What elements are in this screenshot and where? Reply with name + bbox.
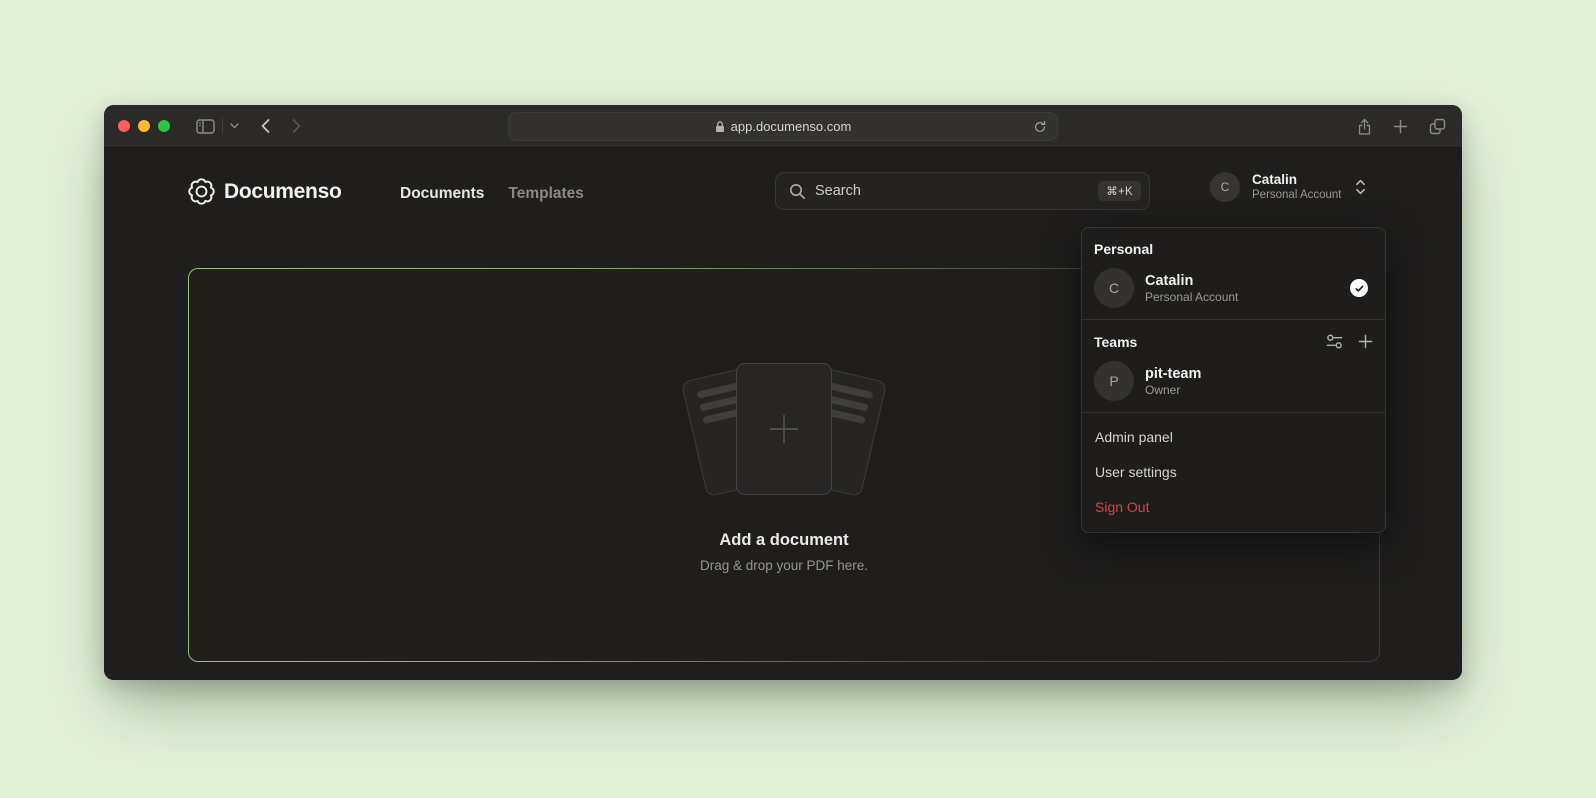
personal-section: Personal C Catalin Personal Account (1082, 228, 1385, 319)
documenso-logo-icon (188, 178, 215, 205)
search-bar[interactable]: ⌘+K (775, 172, 1150, 210)
personal-section-label: Personal (1094, 241, 1373, 257)
manage-teams-icon[interactable] (1326, 333, 1343, 350)
tab-overview-icon[interactable] (1429, 118, 1446, 135)
personal-account-type: Personal Account (1145, 290, 1238, 305)
account-menu-button[interactable]: C Catalin Personal Account (1210, 172, 1367, 202)
search-shortcut-badge: ⌘+K (1098, 181, 1141, 201)
teams-section: Teams P (1082, 320, 1385, 412)
account-name: Catalin (1252, 172, 1342, 188)
browser-titlebar: app.documenso.com (104, 105, 1462, 148)
lock-icon (715, 120, 725, 133)
dropzone-subtitle: Drag & drop your PDF here. (700, 558, 868, 573)
menu-item-sign-out[interactable]: Sign Out (1082, 489, 1385, 524)
nav-templates[interactable]: Templates (508, 185, 584, 203)
sidebar-toggle-icon[interactable] (196, 119, 215, 134)
app-header: Documenso Documents Templates ⌘+K C Cata… (104, 148, 1462, 238)
personal-account-name: Catalin (1145, 272, 1238, 290)
back-button[interactable] (261, 119, 270, 133)
nav-documents[interactable]: Documents (400, 185, 484, 203)
browser-window: app.documenso.com (104, 105, 1462, 680)
menu-item-admin-panel[interactable]: Admin panel (1082, 419, 1385, 454)
main-nav: Documents Templates (400, 185, 584, 203)
reload-icon[interactable] (1033, 120, 1047, 134)
dropzone-title: Add a document (719, 531, 848, 550)
chevron-down-icon[interactable] (230, 123, 239, 129)
document-card-center (736, 363, 832, 495)
selector-chevrons-icon (1354, 177, 1367, 197)
account-type: Personal Account (1252, 188, 1342, 202)
close-button[interactable] (118, 120, 130, 132)
minimize-button[interactable] (138, 120, 150, 132)
zoom-button[interactable] (158, 120, 170, 132)
url-text: app.documenso.com (731, 119, 852, 134)
create-team-icon[interactable] (1358, 334, 1373, 349)
app-content: Documenso Documents Templates ⌘+K C Cata… (104, 148, 1462, 679)
documents-stack-illustration (679, 357, 889, 507)
menu-item-user-settings[interactable]: User settings (1082, 454, 1385, 489)
team-name: pit-team (1145, 365, 1201, 383)
selected-check-icon (1350, 279, 1368, 297)
share-icon[interactable] (1357, 118, 1372, 136)
search-input[interactable] (815, 183, 1098, 199)
account-dropdown-menu: Personal C Catalin Personal Account (1081, 227, 1386, 533)
brand-name: Documenso (224, 180, 342, 204)
new-tab-icon[interactable] (1393, 119, 1408, 134)
account-avatar: C (1210, 172, 1240, 202)
traffic-lights (118, 120, 170, 132)
search-icon (789, 183, 806, 200)
team-avatar: P (1094, 361, 1134, 401)
forward-button[interactable] (292, 119, 301, 133)
dropdown-menu-items: Admin panel User settings Sign Out (1082, 413, 1385, 532)
team-item[interactable]: P pit-team Owner (1094, 361, 1373, 401)
personal-account-item[interactable]: C Catalin Personal Account (1094, 268, 1373, 308)
plus-icon (761, 406, 807, 452)
toolbar-separator (222, 118, 223, 134)
personal-account-avatar: C (1094, 268, 1134, 308)
team-role: Owner (1145, 383, 1201, 398)
address-bar[interactable]: app.documenso.com (508, 112, 1058, 141)
brand[interactable]: Documenso (188, 178, 342, 205)
teams-section-label: Teams (1094, 334, 1137, 350)
